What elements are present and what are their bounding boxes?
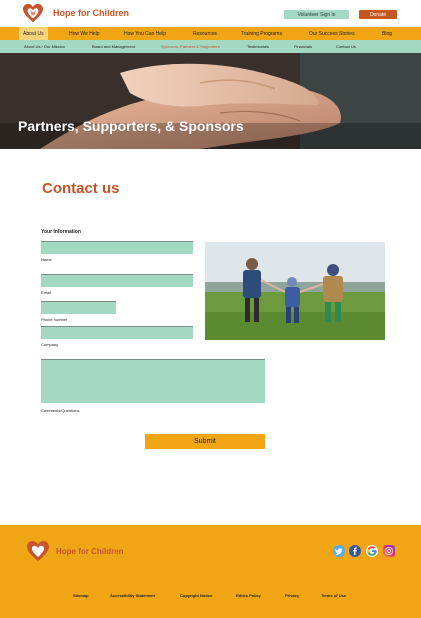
footer-brand-name[interactable]: Hope for Children <box>56 547 124 556</box>
heart-logo-icon[interactable] <box>22 3 44 23</box>
subnav-item-contact[interactable]: Contact Us <box>336 40 356 53</box>
phone-field[interactable] <box>41 301 116 314</box>
nav-item-how-we-help[interactable]: How We Help <box>69 27 99 40</box>
nav-item-how-you-can-help[interactable]: How You Can Help <box>124 27 166 40</box>
subnav-item-testimonials[interactable]: Testimonials <box>247 40 269 53</box>
footer-link-sitemap[interactable]: Sitemap <box>73 593 89 598</box>
volunteer-sign-in-button[interactable]: Volunteer Sign in <box>284 10 349 19</box>
nav-item-blog[interactable]: Blog <box>382 27 392 40</box>
footer-link-privacy[interactable]: Privacy <box>285 593 299 598</box>
sub-nav: About Us / Our Mission Board and Managem… <box>0 40 421 53</box>
name-label: Name <box>41 257 52 262</box>
donate-button[interactable]: Donate <box>359 10 397 19</box>
company-label: Company <box>41 342 59 347</box>
top-bar: Hope for Children Volunteer Sign in Dona… <box>0 0 421 27</box>
footer-heart-logo-icon[interactable] <box>26 540 50 562</box>
nav-item-training-programs[interactable]: Training Programs <box>241 27 282 40</box>
footer: Hope for Children Sitemap Accessibility … <box>0 525 421 618</box>
contact-title: Contact us <box>42 180 120 197</box>
submit-button[interactable]: Submit <box>145 434 265 449</box>
comments-textarea[interactable] <box>41 359 265 403</box>
children-photo <box>205 242 385 340</box>
twitter-icon[interactable] <box>333 545 345 557</box>
hero-banner: Partners, Supporters, & Sponsors <box>0 53 421 149</box>
footer-link-accessibility[interactable]: Accessibility Statement <box>110 593 155 598</box>
subnav-item-financials[interactable]: Financials <box>294 40 312 53</box>
subnav-item-mission[interactable]: About Us / Our Mission <box>24 40 65 53</box>
your-information-heading: Your Information <box>41 229 81 235</box>
hero-hands-image <box>0 53 421 149</box>
subnav-item-sponsors[interactable]: Sponsors, Partners & Supporters <box>161 40 220 53</box>
subnav-item-board[interactable]: Board and Management <box>92 40 135 53</box>
email-label: Email <box>41 290 52 295</box>
facebook-icon[interactable] <box>349 545 361 557</box>
footer-link-ethics[interactable]: Ethics Policy <box>236 593 261 598</box>
footer-link-copyright[interactable]: Copyright Notice <box>180 593 212 598</box>
footer-link-terms[interactable]: Terms of Use <box>321 593 346 598</box>
hero-title: Partners, Supporters, & Sponsors <box>18 118 244 134</box>
brand-name[interactable]: Hope for Children <box>53 8 129 18</box>
main-nav: About Us How We Help How You Can Help Re… <box>0 27 421 40</box>
nav-item-resources[interactable]: Resources <box>193 27 217 40</box>
phone-label: Phone number <box>41 317 68 322</box>
nav-item-about-us[interactable]: About Us <box>19 27 48 40</box>
instagram-icon[interactable] <box>383 545 395 557</box>
nav-item-success-stories[interactable]: Our Success Stories <box>309 27 355 40</box>
company-field[interactable] <box>41 326 193 339</box>
name-field[interactable] <box>41 241 193 254</box>
google-icon[interactable] <box>366 545 378 557</box>
email-field[interactable] <box>41 274 193 287</box>
comments-label: Comments/Questions <box>41 408 80 413</box>
